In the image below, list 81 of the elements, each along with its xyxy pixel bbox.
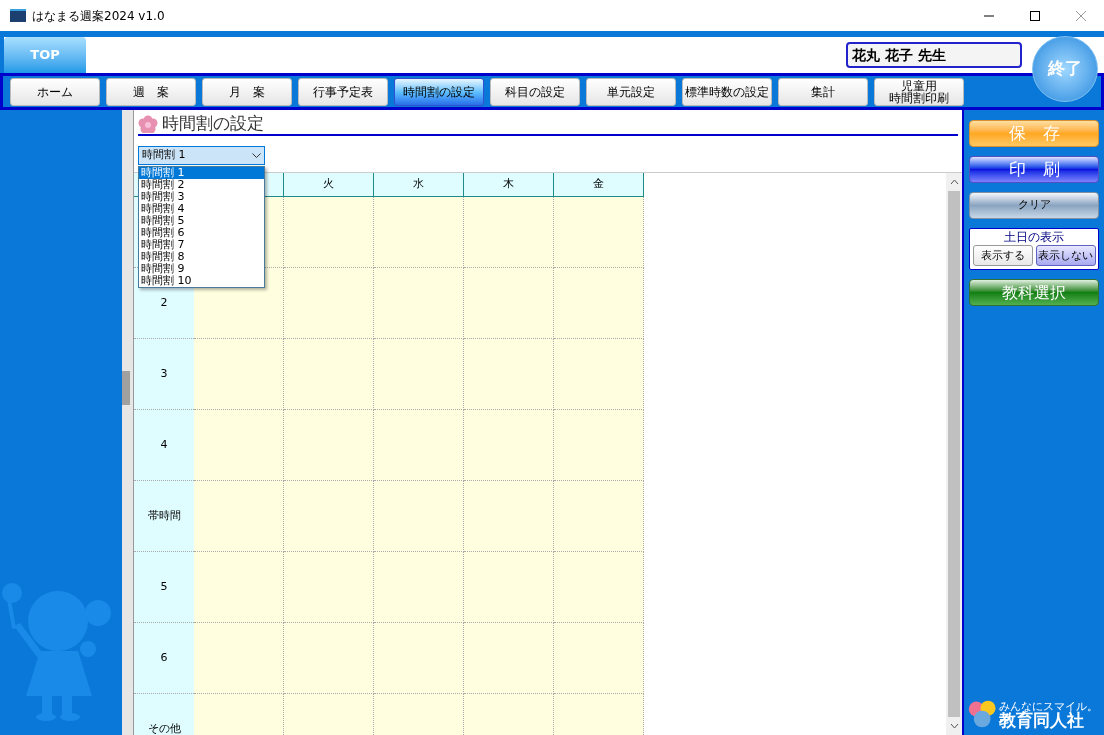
timetable-cell[interactable] [554,268,644,339]
dropdown-option[interactable]: 時間割 1 [139,167,264,179]
chevron-down-icon [252,152,261,159]
timetable-cell[interactable] [464,268,554,339]
smiley-logo-icon [968,699,998,729]
dropdown-option[interactable]: 時間割 5 [139,215,264,227]
nav-button[interactable]: 月 案 [202,77,292,106]
logo-tagline: みんなにスマイル。 [999,701,1098,712]
nav-button[interactable]: 単元設定 [586,77,676,106]
timetable-cell[interactable] [554,197,644,268]
timetable-cell[interactable] [284,623,374,694]
timetable-cell[interactable] [374,197,464,268]
timetable-cell[interactable] [194,623,284,694]
nav-button[interactable]: 集計 [778,77,868,106]
subject-select-button[interactable]: 教科選択 [969,279,1099,306]
timetable-cell[interactable] [554,339,644,410]
timetable-cell[interactable] [464,481,554,552]
splitter-handle[interactable] [122,370,130,405]
timetable-cell[interactable] [194,410,284,481]
timetable-cell[interactable] [374,552,464,623]
period-label: 6 [134,623,194,694]
timetable-cell[interactable] [464,552,554,623]
column-header: 火 [284,173,374,197]
dropdown-option[interactable]: 時間割 3 [139,191,264,203]
timetable-cell[interactable] [284,410,374,481]
timetable-cell[interactable] [374,339,464,410]
dropdown-option[interactable]: 時間割 6 [139,227,264,239]
timetable-cell[interactable] [284,268,374,339]
logo-text: 教育同人社 [999,712,1084,729]
timetable-cell[interactable] [554,481,644,552]
dropdown-option[interactable]: 時間割 2 [139,179,264,191]
page-title: 時間割の設定 [162,112,264,136]
period-label: 3 [134,339,194,410]
panel-title: 土日の表示 [1004,229,1064,245]
toggle-button[interactable]: 表示しない [1035,245,1096,266]
window-title: はなまる週案2024 v1.0 [32,7,165,25]
timetable-cell[interactable] [464,197,554,268]
nav-button[interactable]: 週 案 [106,77,196,106]
flower-icon [138,115,158,133]
timetable-cell[interactable] [194,339,284,410]
clear-button[interactable]: クリア [969,192,1099,219]
timetable-cell[interactable] [554,623,644,694]
print-button[interactable]: 印 刷 [969,156,1099,183]
timetable-cell[interactable] [464,623,554,694]
nav-button[interactable]: 児童用 時間割印刷 [874,77,964,106]
period-label: 5 [134,552,194,623]
timetable-cell[interactable] [464,339,554,410]
nav-button[interactable]: 科目の設定 [490,77,580,106]
dropdown-option[interactable]: 時間割 8 [139,251,264,263]
timetable-cell[interactable] [554,552,644,623]
nav-button[interactable]: ホーム [10,77,100,106]
toggle-button[interactable]: 表示する [972,245,1033,266]
app-icon [10,9,26,22]
maximize-icon [1030,10,1040,21]
close-icon [1076,10,1086,21]
timetable-cell[interactable] [194,481,284,552]
timetable-cell[interactable] [374,268,464,339]
timetable-cell[interactable] [284,197,374,268]
period-label: その他 [134,694,194,735]
timetable-cell[interactable] [374,481,464,552]
dropdown-option[interactable]: 時間割 4 [139,203,264,215]
timetable-cell[interactable] [194,552,284,623]
timetable-dropdown[interactable]: 時間割 1 [138,146,265,165]
nav-button[interactable]: 行事予定表 [298,77,388,106]
timetable-cell[interactable] [374,410,464,481]
timetable-cell[interactable] [284,481,374,552]
timetable-cell[interactable] [554,410,644,481]
column-header: 水 [374,173,464,197]
user-name-field: 花丸 花子 先生 [846,42,1022,68]
column-header: 金 [554,173,644,197]
period-label: 4 [134,410,194,481]
nav-button[interactable]: 標準時数の設定 [682,77,772,106]
timetable-cell[interactable] [464,410,554,481]
timetable-cell[interactable] [374,623,464,694]
dropdown-option[interactable]: 時間割 7 [139,239,264,251]
vertical-scrollbar[interactable] [946,173,962,735]
column-header: 木 [464,173,554,197]
timetable-cell[interactable] [284,339,374,410]
timetable-cell[interactable] [284,552,374,623]
nav-button[interactable]: 時間割の設定 [394,77,484,106]
period-label: 帯時間 [134,481,194,552]
